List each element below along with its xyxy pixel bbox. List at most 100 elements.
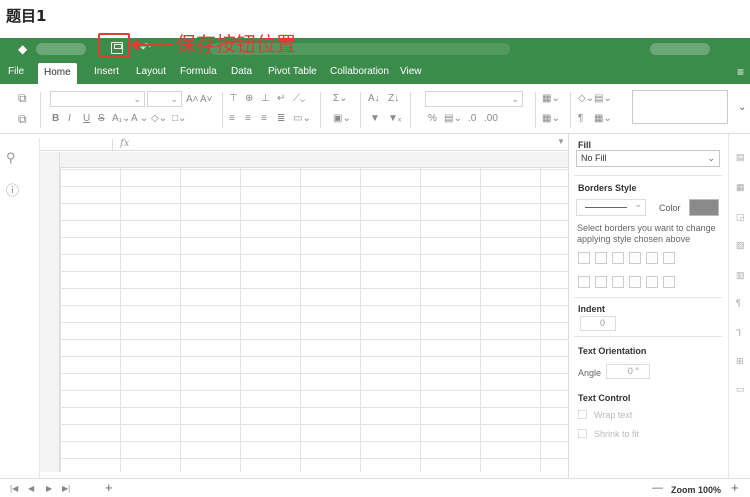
font-family-select[interactable]: ⌄ (50, 91, 145, 107)
menu-layout[interactable]: Layout (136, 66, 166, 77)
menu-data[interactable]: Data (231, 66, 252, 77)
border-inner-cross-icon[interactable] (612, 252, 624, 264)
menu-collaboration[interactable]: Collaboration (330, 66, 389, 77)
border-diagonal-up-icon[interactable] (646, 252, 658, 264)
border-left-icon[interactable] (578, 276, 590, 288)
increase-decimal-icon[interactable]: .00 (484, 113, 498, 124)
shape-settings-icon[interactable]: ◲ (736, 212, 745, 223)
wrap-text-checkbox[interactable] (578, 410, 587, 419)
border-color-picker[interactable] (689, 199, 719, 216)
text-art-settings-icon[interactable]: Ꞁ (736, 328, 741, 339)
align-right-icon[interactable]: ≡ (261, 113, 267, 124)
menu-home[interactable]: Home (38, 63, 77, 84)
blurred-title (36, 43, 86, 55)
zoom-in-button[interactable]: + (731, 480, 739, 495)
pivot-settings-icon[interactable]: ⊞ (736, 356, 744, 367)
align-bottom-icon[interactable]: ⊥ (261, 93, 270, 104)
border-right-icon[interactable] (612, 276, 624, 288)
signature-settings-icon[interactable]: ▭ (736, 384, 745, 395)
subscript-icon[interactable]: A₁⌄ (112, 113, 130, 124)
border-line-style-select[interactable] (576, 199, 646, 216)
insert-cells-icon[interactable]: ▦⌄ (542, 93, 560, 104)
formula-expand-icon[interactable]: ▼ (557, 137, 565, 146)
menu-view[interactable]: View (400, 66, 422, 77)
last-sheet-icon[interactable]: ▶| (62, 484, 70, 493)
sort-asc-icon[interactable]: A↓ (368, 93, 380, 104)
style-gallery[interactable] (632, 90, 728, 124)
align-center-icon[interactable]: ≡ (245, 113, 251, 124)
first-sheet-icon[interactable]: |◀ (10, 484, 18, 493)
conditional-format-icon[interactable]: ▤⌄ (594, 93, 612, 104)
fill-select[interactable]: No Fill ⌄ (576, 150, 720, 167)
prev-sheet-icon[interactable]: ◀ (28, 484, 34, 493)
wrap-icon[interactable]: ↵ (277, 93, 285, 104)
zoom-out-button[interactable]: — (652, 482, 663, 494)
number-format-select[interactable]: ⌄ (425, 91, 523, 107)
filter-icon[interactable]: ▼ (370, 113, 380, 124)
underline-icon[interactable]: U (83, 113, 90, 124)
cell-settings-icon[interactable]: ▤ (736, 152, 745, 163)
border-all-icon[interactable] (578, 252, 590, 264)
currency-icon[interactable]: ▤⌄ (444, 113, 462, 124)
search-icon[interactable]: ⚲ (6, 150, 16, 166)
table-format-icon[interactable]: ▦⌄ (594, 113, 612, 124)
info-icon[interactable]: ⓘ (6, 180, 19, 199)
chevron-down-icon: ⌄ (707, 153, 715, 163)
shrink-to-fit-checkbox[interactable] (578, 429, 587, 438)
border-inner-icon[interactable] (595, 252, 607, 264)
italic-icon[interactable]: I (68, 113, 71, 124)
merge-icon[interactable]: ▭⌄ (293, 113, 311, 124)
menu-more-icon[interactable]: ≡ (737, 65, 744, 79)
table-settings-icon[interactable]: ▦ (736, 182, 745, 193)
paragraph-icon[interactable]: ¶ (578, 113, 583, 124)
sort-desc-icon[interactable]: Z↓ (388, 93, 399, 104)
font-grow-icon[interactable]: A˄ (186, 94, 199, 105)
delete-cells-icon[interactable]: ▦⌄ (542, 113, 560, 124)
align-top-icon[interactable]: ⊤ (229, 93, 238, 104)
app-logo-icon: ◆ (18, 42, 28, 56)
percent-icon[interactable]: % (428, 113, 437, 124)
sum-icon[interactable]: Σ⌄ (333, 93, 348, 104)
border-diagonal-down-icon[interactable] (663, 252, 675, 264)
chart-settings-icon[interactable]: ▥ (736, 270, 745, 281)
image-settings-icon[interactable]: ▨ (736, 240, 745, 251)
orientation-icon[interactable]: ⟋⌄ (293, 93, 305, 104)
border-inner-horizontal-icon[interactable] (646, 276, 658, 288)
borders-style-title: Borders Style (578, 183, 637, 193)
chevron-down-icon[interactable]: ⌄ (738, 102, 746, 113)
add-sheet-button[interactable]: + (105, 480, 113, 495)
borders-icon[interactable]: □⌄ (172, 113, 186, 124)
copy-icon[interactable]: ⧉ (18, 91, 27, 106)
border-top-icon[interactable] (629, 276, 641, 288)
indent-input[interactable]: 0 (580, 316, 616, 331)
angle-input[interactable]: 0 ° (606, 364, 650, 379)
shrink-to-fit-label: Shrink to fit (594, 429, 640, 439)
divider (574, 297, 722, 298)
border-bottom-icon[interactable] (663, 276, 675, 288)
font-shrink-icon[interactable]: A˅ (200, 94, 213, 105)
paragraph-settings-icon[interactable]: ¶ (736, 298, 741, 308)
clear-filter-icon[interactable]: ▼ₓ (388, 113, 401, 124)
menu-formula[interactable]: Formula (180, 66, 217, 77)
clear-icon[interactable]: ◇⌄ (578, 93, 594, 104)
border-inner-vertical-icon[interactable] (595, 276, 607, 288)
undo-icon[interactable]: ↶ (140, 40, 151, 56)
border-outer-icon[interactable] (629, 252, 641, 264)
next-sheet-icon[interactable]: ▶ (46, 484, 52, 493)
spreadsheet-grid[interactable] (40, 152, 568, 472)
decrease-decimal-icon[interactable]: .0 (468, 113, 476, 124)
justify-icon[interactable]: ≣ (277, 113, 285, 124)
font-color-icon[interactable]: A ⌄ (131, 113, 148, 124)
paste-icon[interactable]: ⧉ (18, 112, 27, 127)
bold-icon[interactable]: B (52, 113, 59, 124)
strikethrough-icon[interactable]: S (98, 113, 105, 124)
named-range-icon[interactable]: ▣⌄ (333, 113, 351, 124)
menu-pivot-table[interactable]: Pivot Table (268, 66, 317, 77)
menu-insert[interactable]: Insert (94, 66, 119, 77)
font-size-select[interactable]: ⌄ (147, 91, 182, 107)
toolbar-divider (410, 92, 411, 128)
menu-file[interactable]: File (8, 66, 24, 77)
align-left-icon[interactable]: ≡ (229, 113, 235, 124)
align-middle-icon[interactable]: ⊕ (245, 93, 253, 104)
fill-color-icon[interactable]: ◇⌄ (151, 113, 167, 124)
